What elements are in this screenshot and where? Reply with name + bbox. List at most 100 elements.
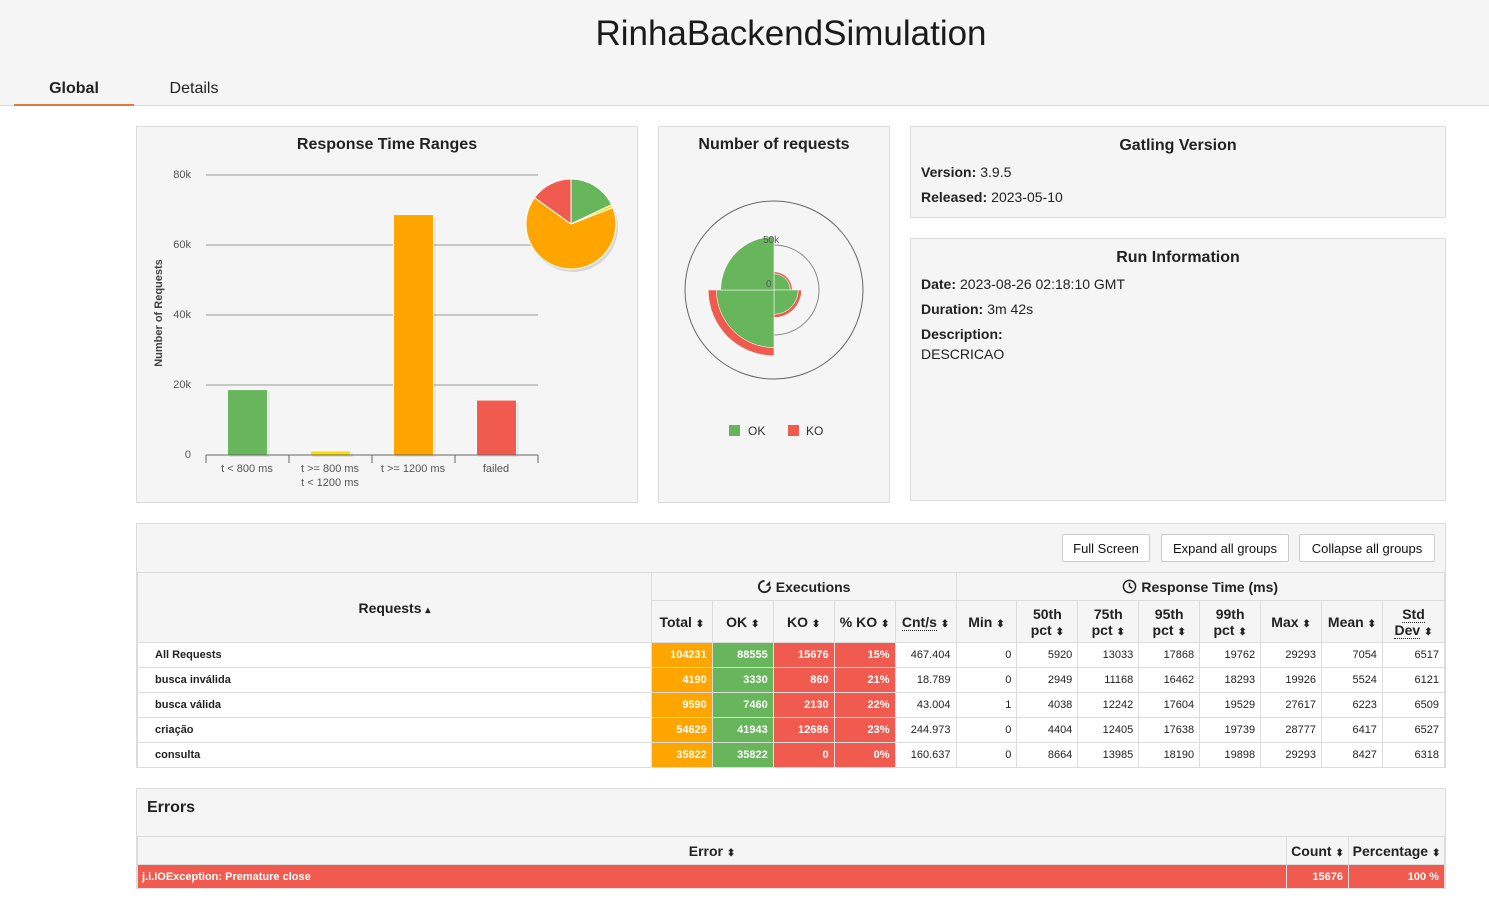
- legend-ok: OK: [748, 424, 765, 438]
- requests-header-label: Requests: [358, 599, 422, 616]
- run-information-title: Run Information: [1116, 249, 1240, 266]
- col-header-ko[interactable]: KO ⬍: [772, 600, 835, 643]
- request-name[interactable]: criação: [137, 717, 652, 743]
- description-line: Description:: [921, 326, 1435, 342]
- col-header-cnt-s[interactable]: Cnt/s ⬍: [894, 600, 957, 643]
- table-row[interactable]: All Requests 104231 88555 15676 15% 467.404 0 5…: [137, 642, 1446, 668]
- table-row[interactable]: consulta 35822 35822 0 0% 160.637 0 8664 13985 18…: [137, 742, 1446, 768]
- x-tick-t-lt-1200: t < 1200 ms: [301, 477, 359, 489]
- cell-p95: 17604: [1138, 692, 1201, 718]
- requests-column-header[interactable]: Requests ▴: [137, 572, 652, 643]
- y-tick-40k: 40k: [173, 309, 191, 321]
- response-time-header-label: Response Time (ms): [1141, 578, 1279, 595]
- cell-pct-ko: 23%: [833, 717, 896, 743]
- cell-ok: 41943: [711, 717, 774, 743]
- x-tick-failed: failed: [483, 463, 509, 475]
- sector-ok-2[interactable]: [716, 289, 775, 348]
- y-axis-label: Number of Requests: [153, 259, 165, 367]
- col-header-p99[interactable]: 99th pct ⬍: [1199, 600, 1262, 643]
- y-tick-80k: 80k: [173, 169, 191, 181]
- cell-std: 6121: [1381, 667, 1446, 693]
- bar-t-lt-800[interactable]: [227, 389, 268, 456]
- table-row[interactable]: busca inválida 4190 3330 860 21% 18.789 0 2949 1…: [137, 667, 1446, 693]
- cell-total: 35822: [650, 742, 713, 768]
- errors-table: Error ⬍ Count ⬍ Percentage ⬍ j.i.IOExcep…: [136, 836, 1445, 889]
- col-header-std-dev[interactable]: Std Dev ⬍: [1381, 600, 1446, 643]
- request-name[interactable]: busca inválida: [137, 667, 652, 693]
- col-header-p50[interactable]: 50th pct ⬍: [1016, 600, 1079, 643]
- cell-std: 6517: [1381, 642, 1446, 668]
- errors-title: Errors: [147, 799, 196, 816]
- cell-p50: 2949: [1016, 667, 1079, 693]
- released-label: Released:: [921, 189, 988, 205]
- col-header-count[interactable]: Count ⬍: [1286, 836, 1349, 865]
- errors-panel: Errors Error ⬍ Count ⬍ Percentage ⬍ j.i.…: [136, 788, 1446, 889]
- cell-max: 29293: [1260, 642, 1322, 668]
- cell-cnt-s: 160.637: [894, 742, 957, 768]
- y-tick-0: 0: [185, 449, 191, 461]
- col-header-percentage[interactable]: Percentage ⬍: [1348, 836, 1445, 865]
- number-of-requests-title: Number of requests: [698, 136, 850, 153]
- tab-global[interactable]: Global: [14, 80, 134, 106]
- cell-mean: 8427: [1321, 742, 1383, 768]
- col-header-mean[interactable]: Mean ⬍: [1321, 600, 1383, 643]
- cell-min: 0: [955, 717, 1018, 743]
- cell-std: 6318: [1381, 742, 1446, 768]
- cell-p50: 5920: [1016, 642, 1079, 668]
- x-tick-t-lt-800: t < 800 ms: [221, 463, 273, 475]
- cell-p99: 18293: [1199, 667, 1262, 693]
- bar-failed[interactable]: [476, 399, 517, 456]
- cell-mean: 6417: [1321, 717, 1383, 743]
- request-name[interactable]: busca válida: [137, 692, 652, 718]
- error-count: 15676: [1286, 864, 1349, 889]
- expand-all-groups-button[interactable]: Expand all groups: [1161, 534, 1289, 562]
- full-screen-button[interactable]: Full Screen: [1062, 534, 1150, 562]
- legend-ko-swatch: [788, 425, 799, 436]
- cell-ok: 35822: [711, 742, 774, 768]
- response-time-ranges-chart: Number of Requests 80k 60k 40k 20k 0 t <…: [153, 169, 618, 489]
- sector-ok-0[interactable]: [773, 273, 791, 291]
- cell-min: 0: [955, 642, 1018, 668]
- col-header-min[interactable]: Min ⬍: [955, 600, 1018, 643]
- collapse-all-groups-button[interactable]: Collapse all groups: [1299, 534, 1435, 562]
- error-row: j.i.IOException: Premature close 15676 1…: [136, 864, 1445, 889]
- refresh-icon: [757, 579, 776, 595]
- x-tick-t-ge-1200: t >= 1200 ms: [381, 463, 446, 475]
- request-name[interactable]: consulta: [137, 742, 652, 768]
- cell-p75: 13033: [1077, 642, 1140, 668]
- sector-ok-1[interactable]: [773, 289, 799, 315]
- cell-p75: 12242: [1077, 692, 1140, 718]
- col-header-pct-ko[interactable]: % KO ⬍: [833, 600, 896, 643]
- response-time-group-header: Response Time (ms): [955, 572, 1445, 601]
- col-header-total[interactable]: Total ⬍: [650, 600, 713, 643]
- cell-cnt-s: 467.404: [894, 642, 957, 668]
- cell-min: 0: [955, 667, 1018, 693]
- col-header-max[interactable]: Max ⬍: [1260, 600, 1322, 643]
- table-row[interactable]: criação 54629 41943 12686 23% 244.973 0 4404 124…: [137, 717, 1446, 743]
- released-value: 2023-05-10: [991, 189, 1063, 205]
- error-percentage: 100 %: [1348, 864, 1445, 889]
- col-header-ok[interactable]: OK ⬍: [711, 600, 774, 643]
- gatling-version-panel: Gatling Version Version: 3.9.5 Released: 2…: [910, 126, 1446, 218]
- cell-cnt-s: 43.004: [894, 692, 957, 718]
- tab-details[interactable]: Details: [134, 80, 254, 106]
- cell-p50: 8664: [1016, 742, 1079, 768]
- clock-icon: [1122, 579, 1141, 595]
- col-header-error[interactable]: Error ⬍: [136, 836, 1288, 865]
- bar-t-800-1200[interactable]: [310, 450, 351, 456]
- executions-group-header: Executions: [650, 572, 957, 601]
- cell-pct-ko: 0%: [833, 742, 896, 768]
- col-header-p75[interactable]: 75th pct ⬍: [1077, 600, 1140, 643]
- bar-t-ge-1200[interactable]: [393, 214, 434, 456]
- col-header-p95[interactable]: 95th pct ⬍: [1138, 600, 1201, 643]
- cell-mean: 7054: [1321, 642, 1383, 668]
- table-row[interactable]: busca válida 9590 7460 2130 22% 43.004 1 4038 12…: [137, 692, 1446, 718]
- cell-cnt-s: 18.789: [894, 667, 957, 693]
- cell-cnt-s: 244.973: [894, 717, 957, 743]
- cell-total: 9590: [650, 692, 713, 718]
- request-name[interactable]: All Requests: [137, 642, 652, 668]
- cell-max: 19926: [1260, 667, 1322, 693]
- date-line: Date: 2023-08-26 02:18:10 GMT: [921, 276, 1435, 292]
- legend-ko: KO: [806, 424, 823, 438]
- date-value: 2023-08-26 02:18:10 GMT: [960, 276, 1126, 292]
